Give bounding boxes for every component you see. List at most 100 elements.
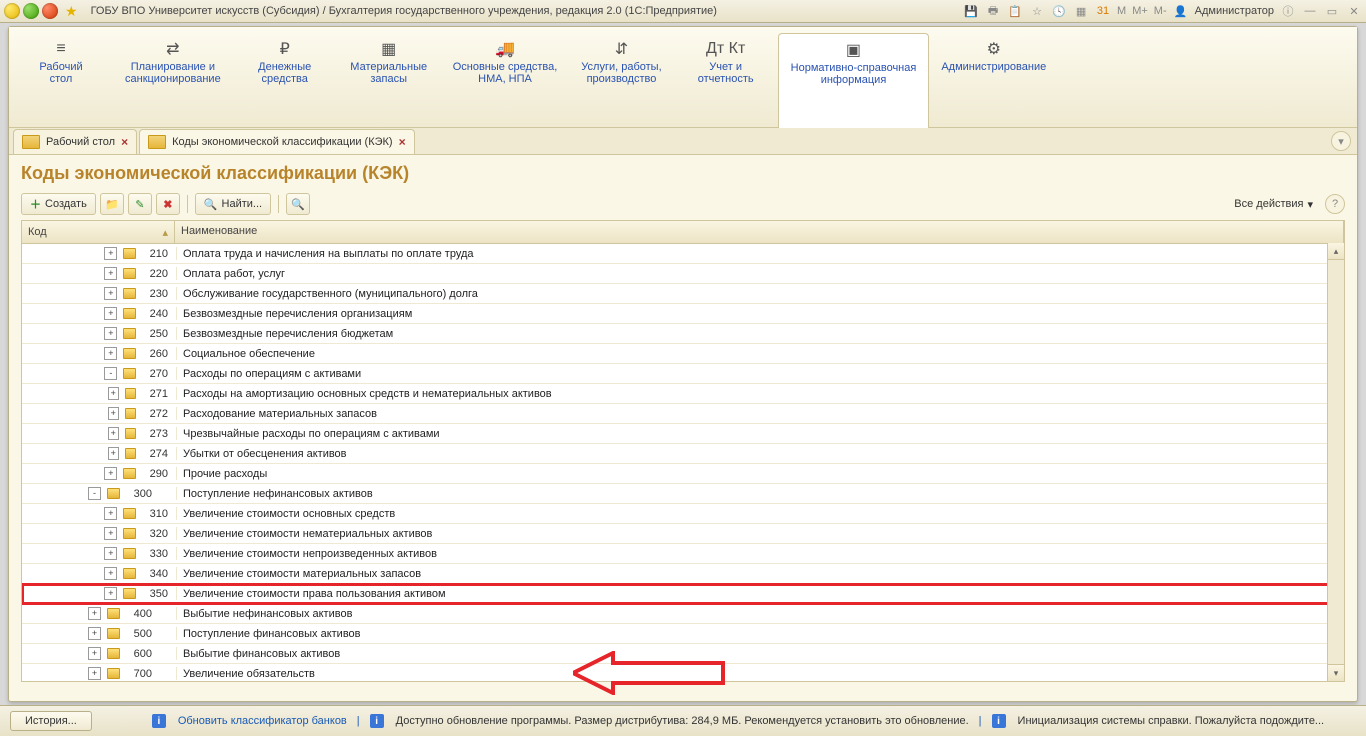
expand-icon[interactable]: + [104,247,117,260]
user-name[interactable]: Администратор [1195,5,1274,17]
table-row[interactable]: +240Безвозмездные перечисления организац… [22,304,1344,324]
table-row[interactable]: +600Выбытие финансовых активов [22,644,1344,664]
table-row[interactable]: -270Расходы по операциям с активами [22,364,1344,384]
save-icon[interactable]: 💾 [963,3,979,19]
create-button[interactable]: ＋Создать [21,193,96,215]
expand-icon[interactable]: + [88,607,101,620]
all-actions-button[interactable]: Все действия ▾ [1226,194,1321,214]
table-row[interactable]: +271Расходы на амортизацию основных сред… [22,384,1344,404]
history-icon[interactable]: 🕓 [1051,3,1067,19]
back-icon[interactable] [23,3,39,19]
find-button[interactable]: 🔍Найти... [195,193,271,215]
copy-icon[interactable]: 📋 [1007,3,1023,19]
cell-code: +350 [22,587,177,600]
table-row[interactable]: +273Чрезвычайные расходы по операциям с … [22,424,1344,444]
star-icon[interactable]: ☆ [1029,3,1045,19]
cancel-search-button[interactable]: 🔍 [286,193,310,215]
expand-icon[interactable]: + [104,587,117,600]
table-row[interactable]: +220Оплата работ, услуг [22,264,1344,284]
expand-icon[interactable]: + [104,267,117,280]
expand-tabs-icon[interactable]: ▾ [1331,131,1351,151]
expand-icon[interactable]: + [104,467,117,480]
table-row[interactable]: -300Поступление нефинансовых активов [22,484,1344,504]
expand-icon[interactable]: + [108,447,119,460]
table-row[interactable]: +230Обслуживание государственного (муниц… [22,284,1344,304]
expand-icon[interactable]: + [104,287,117,300]
memory-m[interactable]: M [1117,5,1126,17]
minimize-icon[interactable]: — [1302,3,1318,19]
forward-icon[interactable] [42,3,58,19]
expand-icon[interactable]: + [104,327,117,340]
all-actions-label: Все действия [1234,198,1303,210]
edit-button[interactable]: ✎ [128,193,152,215]
info-icon[interactable]: ⓘ [1280,3,1296,19]
code-value: 240 [142,308,168,320]
expand-icon[interactable]: + [108,387,119,400]
delete-button[interactable]: ✖ [156,193,180,215]
favorite-icon[interactable]: ★ [65,3,78,20]
section-item[interactable]: ₽Денежные средства [233,33,337,127]
table-row[interactable]: +500Поступление финансовых активов [22,624,1344,644]
help-button[interactable]: ? [1325,194,1345,214]
table-row[interactable]: +340Увеличение стоимости материальных за… [22,564,1344,584]
cell-name: Увеличение стоимости непроизведенных акт… [177,548,1344,560]
table-row[interactable]: +274Убытки от обесценения активов [22,444,1344,464]
column-header-code[interactable]: Код▴ [22,221,175,243]
expand-icon[interactable]: + [104,547,117,560]
table-row[interactable]: +272Расходование материальных запасов [22,404,1344,424]
maximize-icon[interactable]: ▭ [1324,3,1340,19]
cell-code: +310 [22,507,177,520]
section-item[interactable]: ⚙Администрирование [929,33,1058,127]
print-icon[interactable]: 🖶 [985,3,1001,19]
section-item[interactable]: ▦Материальные запасы [337,33,441,127]
table-row[interactable]: +290Прочие расходы [22,464,1344,484]
table-row[interactable]: +250Безвозмездные перечисления бюджетам [22,324,1344,344]
cell-code: +230 [22,287,177,300]
expand-icon[interactable]: + [108,427,119,440]
table-row[interactable]: +260Социальное обеспечение [22,344,1344,364]
cell-name: Выбытие нефинансовых активов [177,608,1344,620]
expand-icon[interactable]: + [104,507,117,520]
expand-icon[interactable]: + [104,567,117,580]
scroll-up-icon[interactable]: ▴ [1328,243,1344,260]
status-link-update-banks[interactable]: Обновить классификатор банков [178,715,347,727]
tab[interactable]: Рабочий стол× [13,129,137,154]
calendar-icon[interactable]: 31 [1095,3,1111,19]
cell-code: +210 [22,247,177,260]
section-item[interactable]: ▣Нормативно-справочная информация [778,33,930,128]
section-item[interactable]: ⇵Услуги, работы, производство [569,33,673,127]
calc-icon[interactable]: ▦ [1073,3,1089,19]
close-icon[interactable]: × [121,135,128,149]
section-item[interactable]: 🚚Основные средства, НМА, НПА [441,33,570,127]
column-header-name[interactable]: Наименование [175,221,1344,243]
table-row[interactable]: +210Оплата труда и начисления на выплаты… [22,244,1344,264]
table-row[interactable]: +320Увеличение стоимости нематериальных … [22,524,1344,544]
tab[interactable]: Коды экономической классификации (КЭК)× [139,129,415,154]
section-item[interactable]: Дт КтУчет и отчетность [674,33,778,127]
table-row[interactable]: +350Увеличение стоимости права пользован… [22,584,1344,604]
memory-mplus[interactable]: M+ [1132,5,1148,17]
section-item[interactable]: ≡Рабочий стол [9,33,113,127]
memory-mminus[interactable]: M- [1154,5,1167,17]
expand-icon[interactable]: + [104,527,117,540]
create-folder-button[interactable]: 📁 [100,193,124,215]
close-window-icon[interactable]: ✕ [1346,3,1362,19]
expand-icon[interactable]: + [104,347,117,360]
history-button[interactable]: История... [10,711,92,731]
collapse-icon[interactable]: - [104,367,117,380]
table-row[interactable]: +330Увеличение стоимости непроизведенных… [22,544,1344,564]
expand-icon[interactable]: + [88,627,101,640]
table-row[interactable]: +700Увеличение обязательств [22,664,1344,682]
section-item[interactable]: ⇄Планирование и санкционирование [113,33,233,127]
vertical-scrollbar[interactable]: ▴ ▾ [1327,243,1344,681]
expand-icon[interactable]: + [104,307,117,320]
expand-icon[interactable]: + [88,647,101,660]
table-row[interactable]: +400Выбытие нефинансовых активов [22,604,1344,624]
expand-icon[interactable]: + [108,407,119,420]
scroll-down-icon[interactable]: ▾ [1328,664,1344,681]
expand-icon[interactable]: + [88,667,101,680]
collapse-icon[interactable]: - [88,487,101,500]
code-value: 210 [142,248,168,260]
table-row[interactable]: +310Увеличение стоимости основных средст… [22,504,1344,524]
close-icon[interactable]: × [399,135,406,149]
